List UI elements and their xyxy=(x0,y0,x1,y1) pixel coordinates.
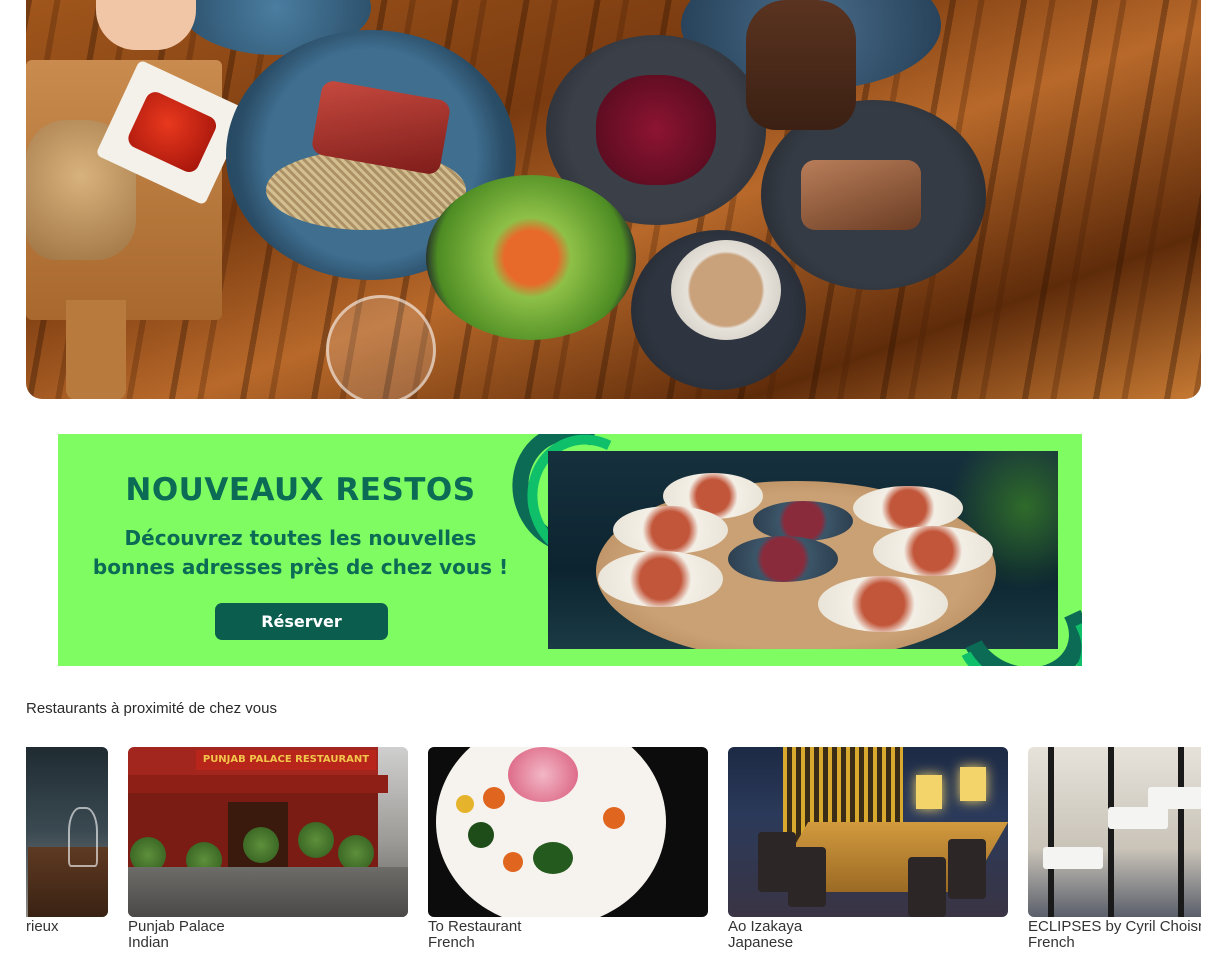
photo-table xyxy=(1148,787,1201,809)
promo-dish xyxy=(853,486,963,530)
restaurant-card[interactable]: ECLIPSES by Cyril Choisne French xyxy=(1028,747,1201,956)
hero-salad-bowl xyxy=(426,175,636,340)
restaurant-photo[interactable] xyxy=(428,747,708,917)
promo-dish xyxy=(873,526,993,576)
photo-window-frame xyxy=(1048,747,1054,917)
photo-awning xyxy=(128,775,388,793)
photo-glass xyxy=(68,807,98,867)
promo-subtitle: Découvrez toutes les nouvelles bonnes ad… xyxy=(78,524,523,582)
hero-coffee-saucer xyxy=(631,230,806,390)
restaurant-photo[interactable] xyxy=(26,747,108,917)
restaurant-name[interactable]: To Restaurant xyxy=(428,919,708,935)
photo-bush xyxy=(243,827,279,863)
restaurant-name[interactable]: Punjab Palace xyxy=(128,919,408,935)
promo-banner[interactable]: NOUVEAUX RESTOS Découvrez toutes les nou… xyxy=(58,434,1082,666)
photo-table xyxy=(1108,807,1168,829)
hero-water-glass xyxy=(326,295,436,399)
hero-hand xyxy=(96,0,196,50)
promo-dish xyxy=(728,536,838,582)
hero-meat xyxy=(801,160,921,230)
promo-title: NOUVEAUX RESTOS xyxy=(125,472,476,508)
photo-street xyxy=(128,867,408,917)
restaurant-photo[interactable] xyxy=(1028,747,1201,917)
photo-herb-dot xyxy=(468,822,494,848)
photo-sauce-dot xyxy=(603,807,625,829)
promo-dish xyxy=(598,551,723,607)
photo-wall-niche xyxy=(960,767,986,801)
photo-bush xyxy=(298,822,334,858)
restaurant-carousel[interactable]: rieux PUNJAB PALACE RESTAURANT INDIEN Pu… xyxy=(26,747,1201,956)
photo-window-frame xyxy=(1178,747,1184,917)
photo-yolk-dot xyxy=(456,795,474,813)
restaurant-card[interactable]: PUNJAB PALACE RESTAURANT INDIEN Punjab P… xyxy=(128,747,408,956)
photo-chair xyxy=(908,857,946,917)
restaurant-card[interactable]: rieux xyxy=(26,747,108,956)
restaurant-name[interactable]: ECLIPSES by Cyril Choisne xyxy=(1028,919,1201,935)
restaurant-card[interactable]: Ao Izakaya Japanese xyxy=(728,747,1008,956)
restaurant-photo[interactable] xyxy=(728,747,1008,917)
hero-board-handle xyxy=(66,300,126,399)
photo-herb-dot xyxy=(533,842,573,874)
restaurant-cuisine: French xyxy=(1028,934,1075,951)
photo-bush xyxy=(338,835,374,871)
promo-subtitle-line: Découvrez toutes les nouvelles xyxy=(124,526,477,550)
restaurant-card[interactable]: To Restaurant French xyxy=(428,747,708,956)
photo-chair xyxy=(948,839,986,899)
restaurant-cuisine: Indian xyxy=(128,934,169,951)
restaurant-cuisine: French xyxy=(428,934,475,951)
photo-chair xyxy=(788,847,826,907)
hero-coffee-cup xyxy=(671,240,781,340)
photo-window-frame xyxy=(1108,747,1114,917)
restaurant-photo[interactable]: PUNJAB PALACE RESTAURANT INDIEN xyxy=(128,747,408,917)
hero-beet xyxy=(596,75,716,185)
section-title: Restaurants à proximité de chez vous xyxy=(26,700,277,717)
restaurant-cuisine: Japanese xyxy=(728,934,794,951)
restaurant-name[interactable]: Ao Izakaya xyxy=(728,919,1008,935)
hero-hand xyxy=(746,0,856,130)
promo-dish xyxy=(613,506,728,554)
photo-sign: PUNJAB PALACE RESTAURANT INDIEN xyxy=(196,750,376,785)
photo-table xyxy=(1043,847,1103,869)
promo-subtitle-line: bonnes adresses près de chez vous ! xyxy=(92,555,509,579)
hero-image xyxy=(26,0,1201,399)
promo-dish xyxy=(818,576,948,632)
photo-wall-niche xyxy=(916,775,942,809)
photo-radish xyxy=(508,747,578,802)
photo-sauce-dot xyxy=(503,852,523,872)
reserve-button[interactable]: Réserver xyxy=(215,603,388,640)
promo-dish xyxy=(753,501,853,541)
photo-sauce-dot xyxy=(483,787,505,809)
